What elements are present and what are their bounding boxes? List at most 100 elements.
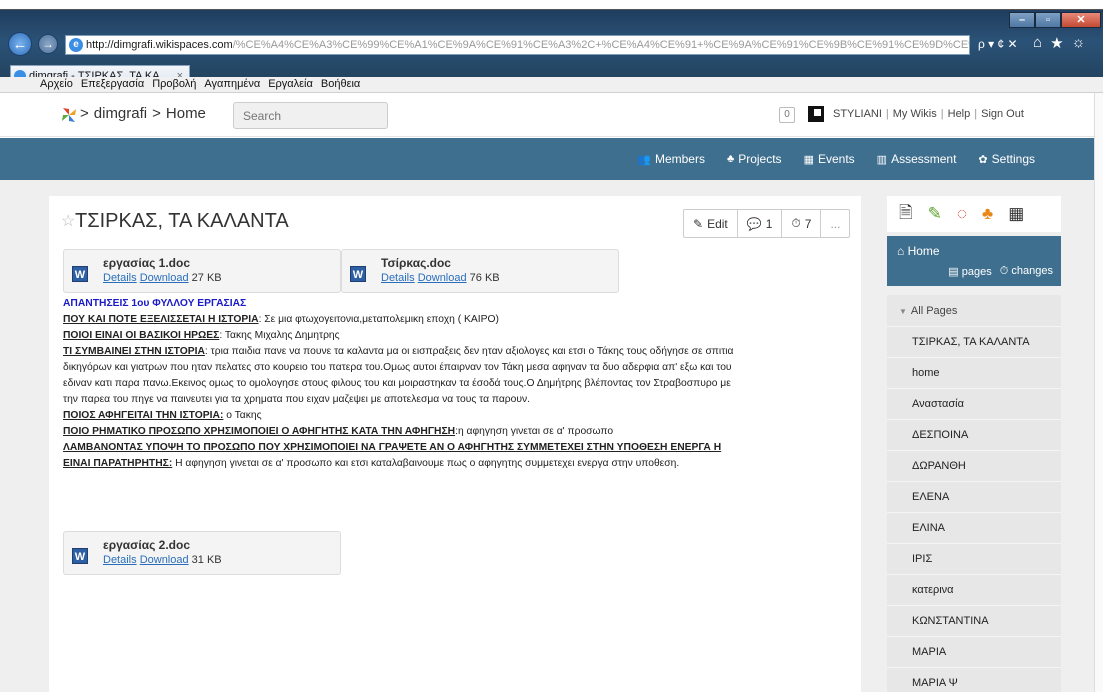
sign-out-link[interactable]: Sign Out <box>981 108 1024 120</box>
sidebar-page-item[interactable]: ΔΕΣΠΟΙΝΑ <box>887 420 1061 451</box>
answer: Η αφηγηση γινεται σε α' προσωπο και ετσι… <box>172 458 680 469</box>
file-attachment: W εργασίας 1.doc Details Download 27 KB <box>63 249 341 293</box>
menu-file[interactable]: Αρχείο <box>40 77 73 92</box>
question: ΛΑΜΒΑΝΟΝΤΑΣ ΥΠΟΨΗ ΤΟ ΠΡΟΣΩΠΟ ΠΟΥ ΧΡΗΣΙΜΟ… <box>63 442 722 453</box>
link-separator: | <box>940 108 944 120</box>
changes-link-label: changes <box>1011 265 1053 277</box>
sidebar-page-item[interactable]: ΔΩΡΑΝΘΗ <box>887 451 1061 482</box>
comments-icon: 💬 <box>746 216 762 231</box>
word-doc-icon: W <box>350 266 366 282</box>
search-input[interactable] <box>233 102 388 129</box>
sidebar-page-item[interactable]: ΕΛΙΝΑ <box>887 513 1061 544</box>
nav-members[interactable]: 👥 Members <box>637 152 705 166</box>
username-link[interactable]: STYLIANI <box>833 108 882 120</box>
breadcrumb-separator: > <box>80 105 89 122</box>
vertical-scrollbar[interactable] <box>1094 93 1103 692</box>
sidebar-page-item[interactable]: κατερινα <box>887 575 1061 606</box>
paperclip-icon[interactable]: ✎ <box>928 204 942 224</box>
nav-projects[interactable]: ♣ Projects <box>727 152 782 166</box>
menu-view[interactable]: Προβολή <box>152 77 196 92</box>
forward-arrow-icon: → <box>42 37 54 51</box>
file-details-link[interactable]: Details <box>103 554 137 566</box>
address-bar[interactable]: e http://dimgrafi.wikispaces.com/%CE%A4%… <box>65 35 970 55</box>
sidebar-page-item[interactable]: ΚΩΝΣΤΑΝΤΙΝΑ <box>887 606 1061 637</box>
file-download-link[interactable]: Download <box>140 554 189 566</box>
pages-icon: ▤ <box>948 266 959 278</box>
favorite-star-icon[interactable]: ☆ <box>61 211 75 231</box>
calendar-icon: ▦ <box>803 153 814 166</box>
home-icon: ⌂ <box>897 244 905 258</box>
sidebar-home-links: ▤ pages ⏱ changes <box>948 265 1053 278</box>
tools-gear-icon[interactable]: ☼ <box>1072 34 1086 52</box>
changes-link[interactable]: ⏱ changes <box>1000 265 1053 278</box>
forward-button[interactable]: → <box>38 34 58 54</box>
favorites-star-icon[interactable]: ★ <box>1050 34 1063 52</box>
menu-favorites[interactable]: Αγαπημένα <box>204 77 260 92</box>
sidebar-page-item[interactable]: ΜΑΡΙΑ <box>887 637 1061 668</box>
menu-tools[interactable]: Εργαλεία <box>268 77 313 92</box>
article-paragraph: ΠΟΙΟΙ ΕΙΝΑΙ ΟΙ ΒΑΣΙΚΟΙ ΗΡΩΕΣ: Τακης Μιχα… <box>63 328 803 344</box>
main-nav-bar: 👥 Members ♣ Projects ▦ Events ▥ Assessment ✿… <box>0 138 1103 180</box>
home-icon[interactable]: ⌂ <box>1033 34 1042 52</box>
breadcrumb: > dimgrafi > Home <box>80 105 206 122</box>
notification-count-badge[interactable]: 0 <box>779 107 795 123</box>
sidebar-page-item[interactable]: Αναστασία <box>887 389 1061 420</box>
sidebar-page-item[interactable]: ΤΣΙΡΚΑΣ, ΤΑ ΚΑΛΑΝΤΑ <box>887 327 1061 358</box>
assessment-chart-icon: ▥ <box>876 153 888 166</box>
edit-label: Edit <box>707 216 728 231</box>
file-name: εργασίας 2.doc <box>103 538 191 552</box>
comments-button[interactable]: 💬 1 <box>738 210 783 237</box>
file-details-link[interactable]: Details <box>381 272 415 284</box>
answer: : τρια παιδια πανε να πουνε τα καλαντα μ… <box>204 346 734 357</box>
nav-assessment[interactable]: ▥ Assessment <box>877 152 957 166</box>
answer-line: εδιναν κατι παρα πανω.Εκεινος ομως το ομ… <box>63 378 731 389</box>
pencil-icon: ✎ <box>693 216 704 231</box>
file-download-link[interactable]: Download <box>418 272 467 284</box>
maximize-button[interactable]: ▫ <box>1035 12 1061 28</box>
article-paragraph: ΠΟΙΟΣ ΑΦΗΓΕΙΤΑΙ ΤΗΝ ΙΣΤΟΡΙΑ: ο Τακης <box>63 408 803 424</box>
question: ΠΟΙΟΙ ΕΙΝΑΙ ΟΙ ΒΑΣΙΚΟΙ ΗΡΩΕΣ <box>63 330 220 341</box>
calendar-icon[interactable]: ▦ <box>1008 204 1024 224</box>
sidebar-page-item[interactable]: home <box>887 358 1061 389</box>
menu-edit[interactable]: Επεξεργασία <box>81 77 144 92</box>
file-size: 27 KB <box>191 272 222 284</box>
article-paragraph: ΕΙΝΑΙ ΠΑΡΑΤΗΡΗΤΗΣ: Η αφηγηση γινεται σε … <box>63 456 803 472</box>
link-separator: | <box>974 108 978 120</box>
pages-link[interactable]: ▤ pages <box>948 265 991 278</box>
sidebar-page-item[interactable]: ΕΛΕΝΑ <box>887 482 1061 513</box>
close-window-button[interactable]: ✕ <box>1061 12 1101 28</box>
help-link[interactable]: Help <box>948 108 971 120</box>
address-tools[interactable]: ρ ▾ ¢ ✕ <box>978 37 1018 51</box>
nav-settings[interactable]: ✿ Settings <box>978 152 1035 166</box>
clock-icon: ⏱ <box>999 265 1009 277</box>
more-button[interactable]: ... <box>821 210 849 237</box>
my-wikis-link[interactable]: My Wikis <box>893 108 937 120</box>
file-links: Details Download 27 KB <box>103 272 222 284</box>
page-icon[interactable]: 🗎 <box>899 200 913 229</box>
site-header: > dimgrafi > Home 0 STYLIANI | My Wikis … <box>0 93 1103 137</box>
breadcrumb-wiki[interactable]: dimgrafi <box>94 105 147 122</box>
sidebar-page-item[interactable]: ΜΑΡΙΑ Ψ <box>887 668 1061 692</box>
nav-assessment-label: Assessment <box>891 152 957 166</box>
history-button[interactable]: ⏱ 7 <box>782 210 822 237</box>
article-paragraph: ΠΟΙΟ ΡΗΜΑΤΙΚΟ ΠΡΟΣΩΠΟ ΧΡΗΣΙΜΟΠΟΙΕΙ Ο ΑΦΗ… <box>63 424 803 440</box>
menu-help[interactable]: Βοήθεια <box>321 77 360 92</box>
sidebar-home[interactable]: ⌂ Home ▤ pages ⏱ changes <box>887 236 1061 286</box>
sitemap-icon[interactable]: ♣ <box>982 204 993 224</box>
edit-button[interactable]: ✎ Edit <box>684 210 738 237</box>
sidebar-page-item[interactable]: ΙΡΙΣ <box>887 544 1061 575</box>
file-details-link[interactable]: Details <box>103 272 137 284</box>
comment-bubble-icon[interactable]: ◌ <box>957 204 967 224</box>
page-actions: ✎ Edit 💬 1 ⏱ 7 ... <box>683 209 851 238</box>
file-name: Τσίρκας.doc <box>381 256 451 270</box>
avatar[interactable] <box>808 106 824 122</box>
minimize-button[interactable]: – <box>1009 12 1035 28</box>
question: ΠΟΙΟ ΡΗΜΑΤΙΚΟ ΠΡΟΣΩΠΟ ΧΡΗΣΙΜΟΠΟΙΕΙ Ο ΑΦΗ… <box>63 426 456 437</box>
all-pages-toggle[interactable]: ▼ All Pages <box>887 295 1061 327</box>
file-download-link[interactable]: Download <box>140 272 189 284</box>
back-button[interactable]: ← <box>8 32 32 56</box>
settings-gear-icon: ✿ <box>978 153 988 166</box>
wikispaces-logo-icon[interactable] <box>60 106 78 124</box>
breadcrumb-page[interactable]: Home <box>166 105 206 122</box>
nav-events[interactable]: ▦ Events <box>804 152 855 166</box>
